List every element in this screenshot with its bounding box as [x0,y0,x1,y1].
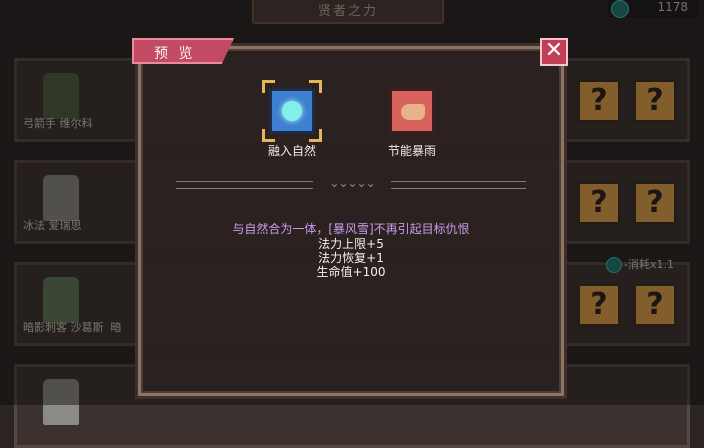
skill-label: 节能暴雨 [387,144,436,158]
dialog-title: 预 览 [154,46,196,62]
dialog-tab: 预 览 [132,38,234,64]
description-text: 与自然合为一体，[暴风雪]不再引起目标仇恨 [232,222,470,236]
skill-label: 融入自然 [267,144,316,158]
skill-nature[interactable]: 融入自然 [262,88,322,159]
close-button[interactable]: ✕ [540,38,568,66]
skill-power[interactable]: 节能暴雨 [382,88,442,159]
stat-line: 法力上限+5 [318,237,384,251]
flexed-arm-icon [389,88,435,134]
nature-orb-icon [269,88,315,134]
divider-ornament: ⌄⌄⌄⌄⌄ [313,175,391,191]
stat-line: 法力恢复+1 [318,251,384,265]
stat-line: 生命值+100 [316,265,386,279]
skill-description: 与自然合为一体，[暴风雪]不再引起目标仇恨 法力上限+5 法力恢复+1 生命值+… [176,220,526,279]
